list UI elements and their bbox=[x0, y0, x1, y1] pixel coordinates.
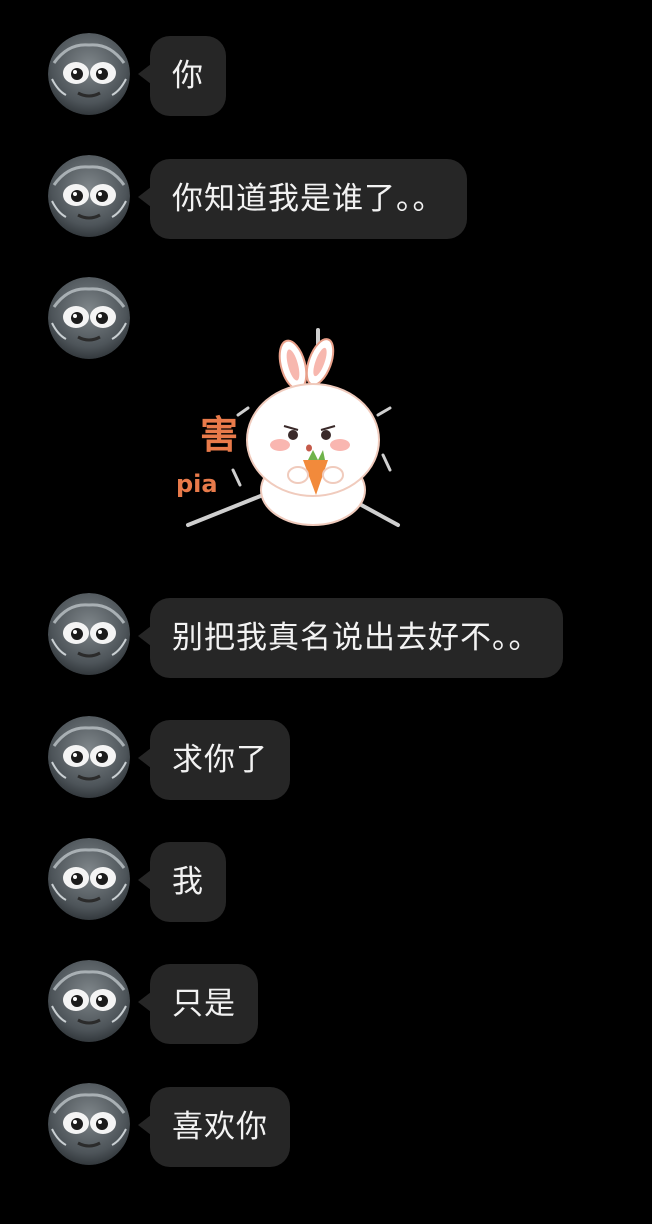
message-text: 我 bbox=[172, 864, 204, 900]
message-text: 求你了 bbox=[172, 742, 268, 778]
panda-avatar-icon bbox=[48, 838, 130, 920]
message-text: 你 bbox=[172, 58, 204, 94]
avatar[interactable] bbox=[48, 960, 130, 1042]
message-text: 别把我真名说出去好不。。 bbox=[172, 620, 541, 656]
sticker-caption-word: pia bbox=[176, 470, 218, 498]
panda-avatar-icon bbox=[48, 155, 130, 237]
message-bubble[interactable]: 你 bbox=[138, 36, 226, 116]
panda-avatar-icon bbox=[48, 1083, 130, 1165]
message-bubble[interactable]: 你知道我是谁了。。 bbox=[138, 159, 467, 239]
message-text: 你知道我是谁了。。 bbox=[172, 181, 445, 217]
message-bubble[interactable]: 我 bbox=[138, 842, 226, 922]
panda-avatar-icon bbox=[48, 960, 130, 1042]
avatar[interactable] bbox=[48, 593, 130, 675]
message-text: 喜欢你 bbox=[172, 1109, 268, 1145]
panda-avatar-icon bbox=[48, 593, 130, 675]
avatar[interactable] bbox=[48, 838, 130, 920]
avatar[interactable] bbox=[48, 1083, 130, 1165]
message-bubble[interactable]: 只是 bbox=[138, 964, 258, 1044]
avatar[interactable] bbox=[48, 155, 130, 237]
avatar[interactable] bbox=[48, 33, 130, 115]
sticker-message[interactable]: 害 pia bbox=[168, 320, 418, 540]
panda-avatar-icon bbox=[48, 33, 130, 115]
message-bubble[interactable]: 喜欢你 bbox=[138, 1087, 290, 1167]
avatar[interactable] bbox=[48, 277, 130, 359]
message-bubble[interactable]: 求你了 bbox=[138, 720, 290, 800]
message-text: 只是 bbox=[172, 986, 236, 1022]
sticker-caption-char: 害 bbox=[200, 413, 238, 457]
panda-avatar-icon bbox=[48, 716, 130, 798]
avatar[interactable] bbox=[48, 716, 130, 798]
panda-avatar-icon bbox=[48, 277, 130, 359]
shy-bunny-carrot-sticker-icon: 害 pia bbox=[176, 328, 400, 527]
message-bubble[interactable]: 别把我真名说出去好不。。 bbox=[138, 598, 563, 678]
